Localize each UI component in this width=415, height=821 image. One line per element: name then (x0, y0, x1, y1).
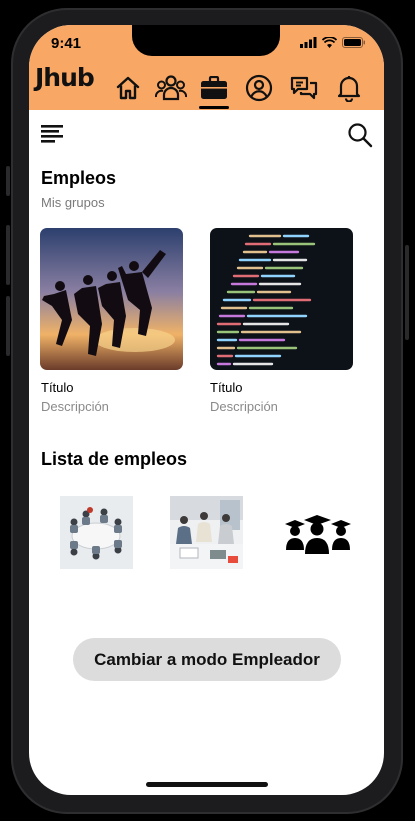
nav-chat[interactable] (287, 71, 321, 105)
card-description-2: Descripción (210, 399, 278, 414)
volume-down-button (6, 296, 10, 356)
chat-icon (290, 76, 318, 100)
people-jumping-sunset-photo (40, 228, 183, 370)
wifi-icon (322, 37, 337, 48)
page-title: Empleos (41, 168, 117, 188)
search-button[interactable] (347, 122, 373, 148)
status-icons (300, 37, 366, 48)
mute-switch (6, 166, 10, 196)
volume-up-button (6, 225, 10, 285)
nav-jobs[interactable] (197, 71, 231, 105)
active-tab-indicator (199, 106, 229, 109)
home-indicator[interactable] (146, 782, 268, 787)
card-title-1: Título (41, 380, 74, 395)
office-meeting-photo (60, 496, 133, 569)
graduates-icon (285, 515, 351, 554)
team-working-photo (170, 496, 243, 569)
header-bar: 9:41 Jhub (29, 25, 384, 110)
menu-icon (41, 125, 63, 143)
switch-employer-mode-button[interactable]: Cambiar a modo Empleador (73, 638, 341, 681)
code-screen-photo (210, 228, 353, 370)
group-card-image-1[interactable] (40, 228, 183, 370)
nav-notifications[interactable] (332, 71, 366, 105)
card-description-1: Descripción (41, 399, 109, 414)
notch (132, 25, 280, 56)
job-list-title: Lista de empleos (41, 449, 188, 469)
briefcase-icon (201, 76, 227, 99)
home-icon (116, 76, 140, 100)
search-icon (348, 123, 373, 148)
nav-profile[interactable] (242, 71, 276, 105)
app-logo[interactable]: Jhub (35, 63, 95, 92)
card-title-2: Título (210, 380, 243, 395)
job-item-1[interactable] (60, 496, 133, 569)
status-time: 9:41 (51, 35, 82, 52)
menu-button[interactable] (41, 125, 63, 143)
nav-groups[interactable] (154, 71, 188, 105)
job-item-3[interactable] (281, 496, 354, 569)
battery-icon (342, 37, 365, 48)
nav-home[interactable] (111, 71, 145, 105)
power-button (405, 245, 409, 340)
profile-icon (245, 74, 273, 102)
app-screen: 9:41 Jhub Empleos Mis grupos Título Desc… (29, 25, 384, 795)
section-subtitle: Mis grupos (41, 195, 105, 210)
bell-icon (337, 76, 361, 102)
job-item-2[interactable] (170, 496, 243, 569)
group-card-image-2[interactable] (210, 228, 353, 370)
groups-icon (155, 75, 187, 101)
signal-icon (300, 37, 317, 48)
